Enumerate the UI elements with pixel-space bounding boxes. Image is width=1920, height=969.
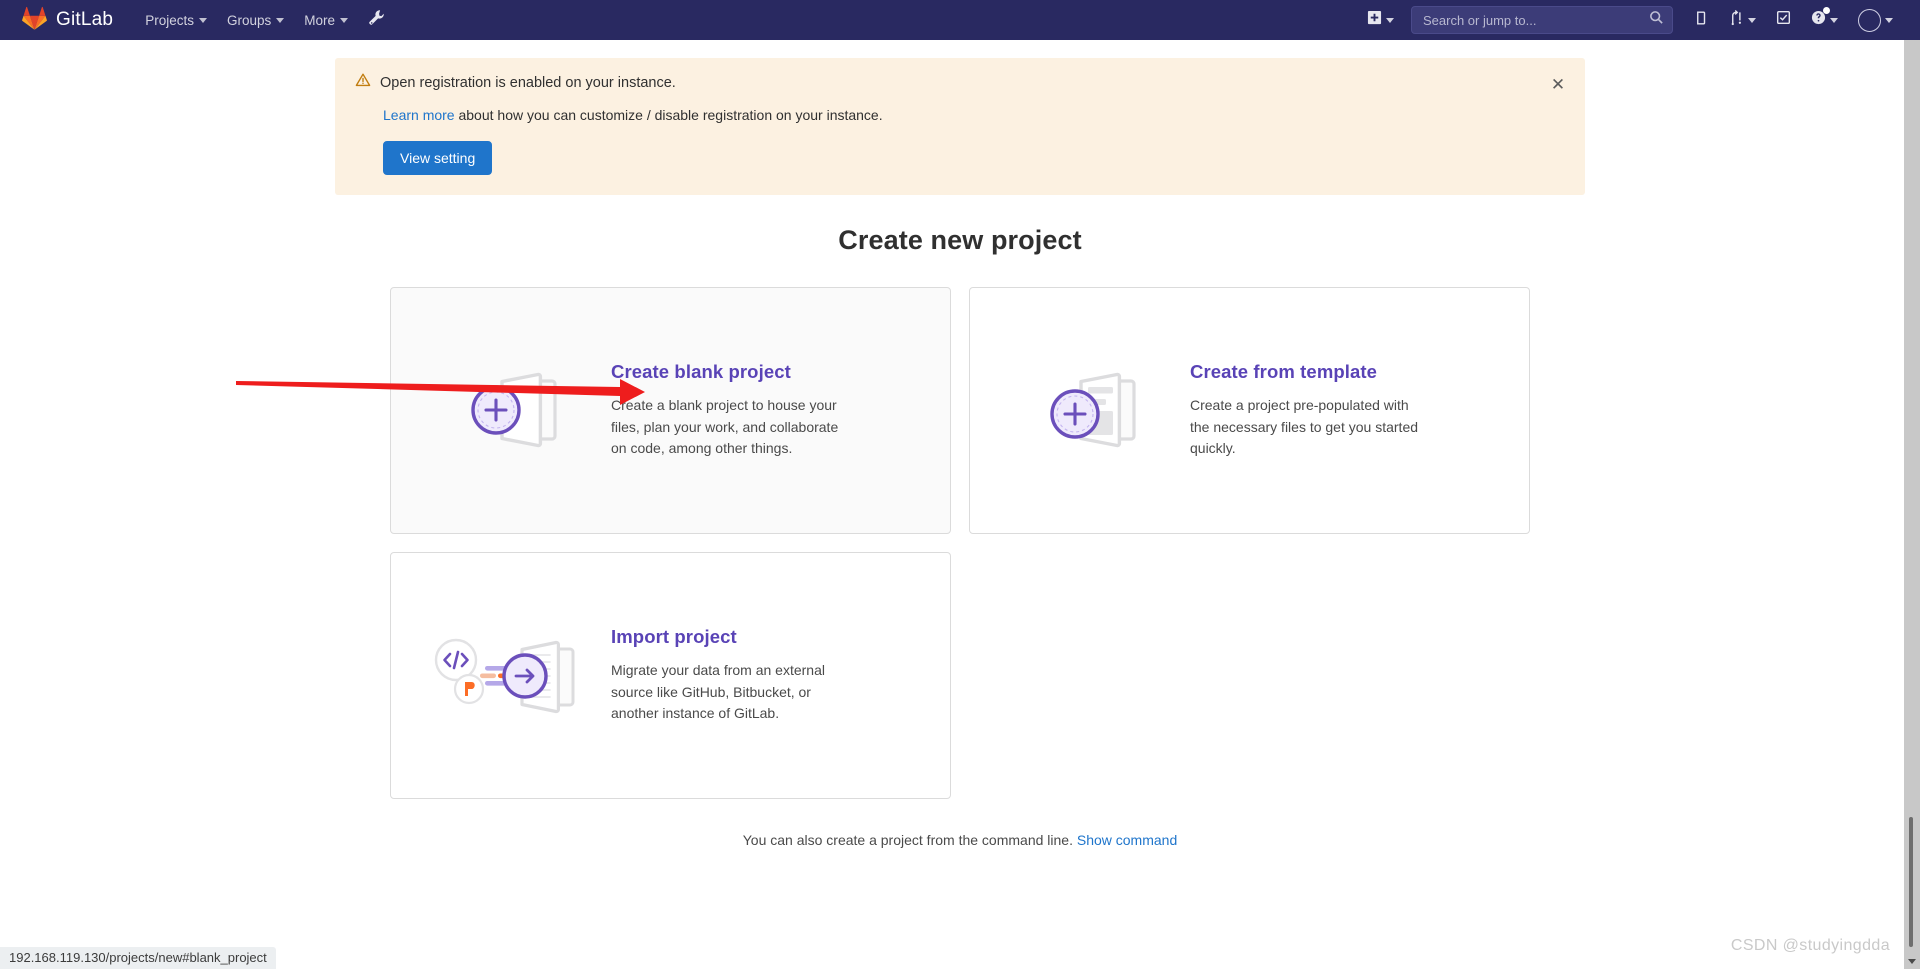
card-from-template-title[interactable]: Create from template: [1190, 361, 1418, 383]
nav-item-more[interactable]: More: [294, 4, 358, 37]
folder-plus-icon: [415, 359, 611, 463]
scroll-down-arrow[interactable]: [1904, 953, 1920, 969]
command-line-note: You can also create a project from the c…: [0, 832, 1920, 848]
gitlab-home-link[interactable]: GitLab: [22, 6, 113, 35]
card-blank-project-title[interactable]: Create blank project: [611, 361, 839, 383]
todos-icon: [1776, 10, 1791, 30]
close-icon[interactable]: ✕: [1545, 71, 1571, 97]
nav-item-projects[interactable]: Projects: [135, 4, 217, 37]
user-menu-button[interactable]: [1849, 1, 1902, 40]
navbar-right: [1358, 1, 1902, 40]
help-notification-badge: [1823, 7, 1830, 14]
plus-square-icon: [1367, 10, 1382, 30]
help-button[interactable]: [1802, 2, 1847, 38]
nav-item-groups[interactable]: Groups: [217, 4, 294, 37]
issues-button[interactable]: [1685, 2, 1718, 39]
card-import-project[interactable]: Import project Migrate your data from an…: [390, 552, 951, 799]
merge-requests-icon: [1729, 9, 1744, 31]
card-import-project-title[interactable]: Import project: [611, 626, 839, 648]
card-import-project-description: Migrate your data from an external sourc…: [611, 661, 825, 722]
issues-icon: [1694, 10, 1709, 31]
alert-body: Learn more about how you can customize /…: [383, 107, 1565, 123]
chevron-down-icon: [1748, 17, 1756, 23]
alert-body-rest: about how you can customize / disable re…: [454, 107, 883, 123]
chevron-down-icon: [1830, 17, 1838, 23]
chevron-down-icon: [340, 17, 349, 23]
card-from-template[interactable]: Create from template Create a project pr…: [969, 287, 1530, 534]
import-arrow-icon: [415, 622, 611, 730]
card-from-template-description: Create a project pre-populated with the …: [1190, 396, 1419, 457]
chevron-down-icon: [1885, 17, 1893, 23]
alert-zone: Open registration is enabled on your ins…: [0, 40, 1920, 195]
nav-item-projects-label: Projects: [145, 12, 194, 28]
alert-title: Open registration is enabled on your ins…: [380, 74, 676, 91]
show-command-link[interactable]: Show command: [1077, 832, 1177, 848]
search-input[interactable]: [1411, 6, 1673, 34]
watermark: CSDN @studyingdda: [1730, 937, 1890, 954]
avatar: [1858, 8, 1881, 32]
navbar-left: GitLab Projects Groups More: [22, 1, 395, 39]
view-setting-button[interactable]: View setting: [383, 141, 493, 175]
chevron-down-icon: [198, 17, 207, 23]
command-line-text: You can also create a project from the c…: [742, 832, 1073, 848]
merge-requests-button[interactable]: [1720, 2, 1765, 39]
scrollbar-thumb[interactable]: [1909, 817, 1913, 947]
card-import-project-text: Import project Migrate your data from an…: [611, 626, 847, 725]
card-from-template-text: Create from template Create a project pr…: [1190, 361, 1426, 460]
card-blank-project[interactable]: Create blank project Create a blank proj…: [390, 287, 951, 534]
admin-area-button[interactable]: [358, 1, 395, 39]
chevron-down-icon: [1908, 958, 1916, 964]
chevron-down-icon: [276, 17, 285, 23]
nav-item-groups-label: Groups: [226, 12, 272, 28]
status-bar-url: 192.168.119.130/projects/new#blank_proje…: [0, 947, 276, 969]
open-registration-alert: Open registration is enabled on your ins…: [335, 58, 1585, 195]
warning-triangle-icon: [355, 72, 371, 93]
create-new-button[interactable]: [1358, 2, 1403, 38]
project-type-cards: Create blank project Create a blank proj…: [390, 287, 1530, 799]
wrench-icon: [368, 9, 385, 31]
template-plus-icon: [994, 359, 1190, 463]
todos-button[interactable]: [1767, 2, 1800, 38]
page-title: Create new project: [838, 225, 1082, 255]
vertical-scrollbar[interactable]: [1904, 40, 1920, 969]
card-blank-project-description: Create a blank project to house your fil…: [611, 396, 839, 457]
learn-more-link[interactable]: Learn more: [383, 107, 455, 123]
chevron-down-icon: [1386, 17, 1394, 23]
card-blank-project-text: Create blank project Create a blank proj…: [611, 361, 847, 460]
nav-item-more-label: More: [304, 12, 336, 28]
alert-heading-row: Open registration is enabled on your ins…: [355, 72, 1565, 93]
search-container: [1411, 6, 1673, 34]
gitlab-tanuki-logo-icon: [22, 6, 47, 35]
brand-name: GitLab: [56, 9, 114, 30]
top-navbar: GitLab Projects Groups More: [0, 0, 1920, 40]
